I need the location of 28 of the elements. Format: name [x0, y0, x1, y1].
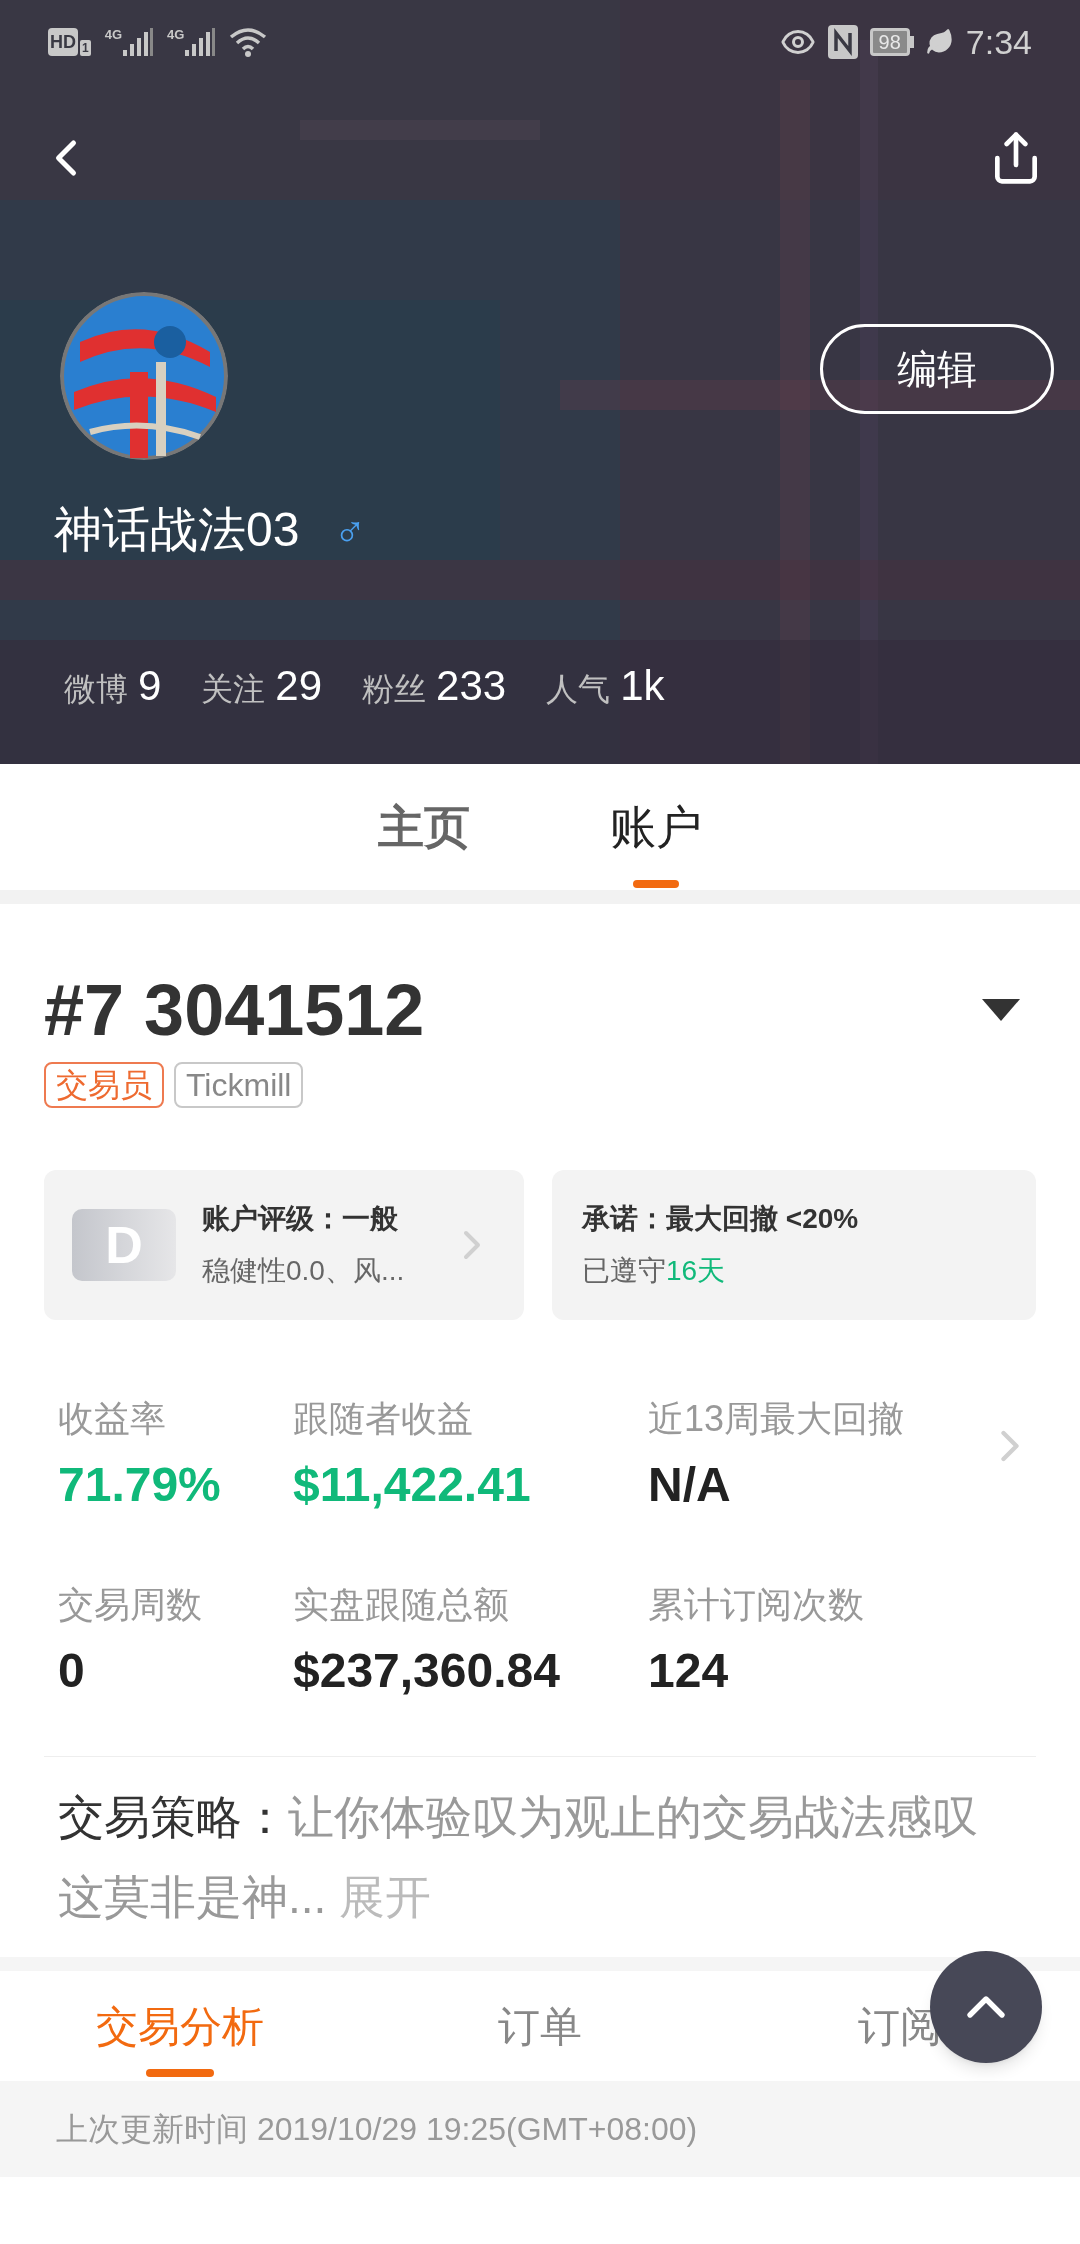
strategy-text: 交易策略：让你体验叹为观止的交易战法感叹这莫非是神... 展开 — [58, 1790, 979, 1925]
metric-label: 累计订阅次数 — [648, 1583, 865, 1627]
tab[interactable]: 主页 — [378, 764, 470, 890]
metric-value: $237,360.84 — [293, 1643, 561, 1699]
promise-title: 承诺：最大回撤 <20% — [582, 1202, 860, 1236]
metric-value: 124 — [648, 1643, 730, 1699]
metric-label: 交易周数 — [58, 1583, 203, 1627]
metric-value: 71.79% — [58, 1457, 222, 1513]
dropdown-icon[interactable] — [982, 999, 1020, 1021]
metric-label: 实盘跟随总额 — [293, 1583, 510, 1627]
rating-title: 账户评级：一般 — [202, 1202, 399, 1236]
rating-subtitle: 稳健性0.0、风... — [202, 1254, 405, 1288]
update-time: 上次更新时间 2019/10/29 19:25(GMT+08:00) — [56, 2110, 698, 2149]
tab[interactable]: 订单 — [360, 1971, 720, 2081]
metric-value: $11,422.41 — [293, 1457, 532, 1513]
metric-value: 0 — [58, 1643, 86, 1699]
tab-indicator — [633, 880, 679, 888]
tab[interactable]: 交易分析 — [0, 1971, 360, 2081]
tag: Tickmill — [174, 1062, 304, 1108]
account-number: #7 3041512 — [44, 974, 425, 1046]
metric-label: 跟随者收益 — [293, 1397, 474, 1441]
metric-label: 收益率 — [58, 1397, 167, 1441]
promise-status: 已遵守16天 — [582, 1254, 727, 1288]
tab-indicator — [146, 2069, 214, 2077]
metric-label: 近13周最大回撤 — [648, 1397, 906, 1441]
metric-value: N/A — [648, 1457, 732, 1513]
tag: 交易员 — [44, 1062, 164, 1108]
tab[interactable]: 账户 — [610, 764, 702, 890]
